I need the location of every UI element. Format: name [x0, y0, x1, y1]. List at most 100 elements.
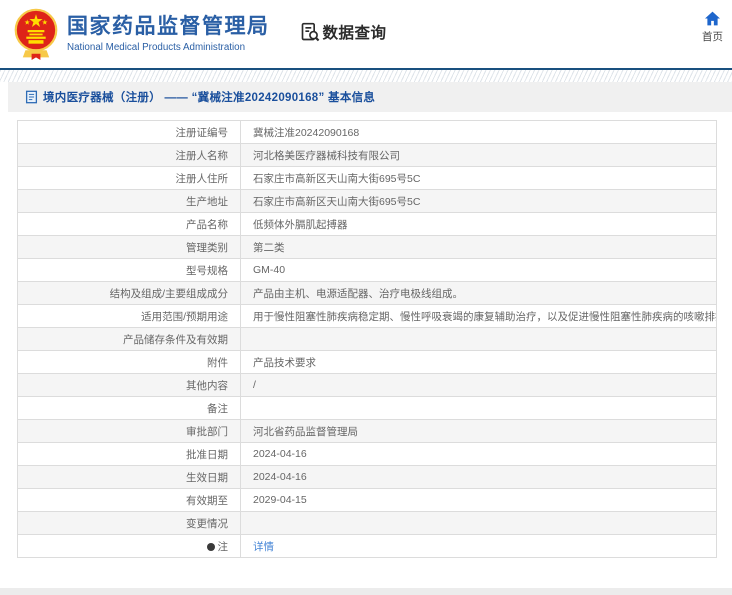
- row-value-text: 石家庄市高新区天山南大街695号5C: [253, 172, 421, 185]
- nav-home[interactable]: 首页: [702, 11, 723, 44]
- data-query-icon: [301, 22, 319, 42]
- row-value-text: 2029-04-15: [253, 494, 307, 506]
- home-label: 首页: [702, 31, 723, 43]
- row-label: 注册人住所: [17, 166, 241, 190]
- row-label: 产品储存条件及有效期: [17, 327, 241, 351]
- row-value-text: 2024-04-16: [253, 448, 307, 460]
- row-label-text: 注册人住所: [175, 172, 229, 185]
- table-row: 注册证编号 冀械注准20242090168: [17, 120, 717, 144]
- row-value: GM-40: [240, 258, 717, 282]
- row-label-text: 变更情况: [186, 517, 228, 530]
- row-value: 河北省药品监督管理局: [240, 419, 717, 443]
- row-label: 备注: [17, 396, 241, 420]
- row-value-text: 产品由主机、电源适配器、治疗电极线组成。: [253, 287, 463, 300]
- row-label: 批准日期: [17, 442, 241, 466]
- table-row: 有效期至 2029-04-15: [17, 488, 717, 512]
- table-row: 注册人名称 河北格美医疗器械科技有限公司: [17, 143, 717, 167]
- site-header: 国家药品监督管理局 National Medical Products Admi…: [0, 0, 732, 70]
- row-value: 石家庄市高新区天山南大街695号5C: [240, 166, 717, 190]
- row-label-text: 附件: [207, 356, 228, 369]
- row-value: 用于慢性阻塞性肺疾病稳定期、慢性呼吸衰竭的康复辅助治疗，以及促进慢性阻塞性肺疾病…: [240, 304, 717, 328]
- page-title: 境内医疗器械（注册） —— “冀械注准20242090168” 基本信息: [43, 92, 376, 104]
- row-value: [240, 511, 717, 535]
- row-label: 型号规格: [17, 258, 241, 282]
- nav-data-query[interactable]: 数据查询: [300, 21, 387, 43]
- row-label: 注: [17, 534, 241, 558]
- decorative-stripe-band: [0, 70, 732, 82]
- title-bar: 境内医疗器械（注册） —— “冀械注准20242090168” 基本信息: [8, 82, 732, 112]
- home-icon: [705, 11, 720, 26]
- row-value-text: 石家庄市高新区天山南大街695号5C: [253, 195, 421, 208]
- row-label-text: 产品储存条件及有效期: [123, 333, 228, 346]
- row-label-text: 其他内容: [186, 379, 228, 392]
- row-value: /: [240, 373, 717, 397]
- document-icon: [25, 90, 38, 104]
- row-value: 2024-04-16: [240, 465, 717, 489]
- table-row: 审批部门 河北省药品监督管理局: [17, 419, 717, 443]
- table-row: 产品名称 低频体外膈肌起搏器: [17, 212, 717, 236]
- row-value: [240, 327, 717, 351]
- row-value: 2024-04-16: [240, 442, 717, 466]
- row-label: 注册人名称: [17, 143, 241, 167]
- table-row: 批准日期 2024-04-16: [17, 442, 717, 466]
- row-value-text: 2024-04-16: [253, 471, 307, 483]
- row-value-text: 河北省药品监督管理局: [253, 425, 358, 438]
- org-names: 国家药品监督管理局 National Medical Products Admi…: [67, 14, 270, 55]
- table-row: 生效日期 2024-04-16: [17, 465, 717, 489]
- info-table-body: 注册证编号 冀械注准20242090168 注册人名称 河北格美医疗器械科技有限公司注…: [17, 120, 717, 558]
- row-label: 注册证编号: [17, 120, 241, 144]
- row-value-text: /: [253, 379, 256, 391]
- row-value: 详情: [240, 534, 717, 558]
- row-label: 生产地址: [17, 189, 241, 213]
- row-label: 适用范围/预期用途: [17, 304, 241, 328]
- row-value-text: 产品技术要求: [253, 356, 316, 369]
- note-icon: [206, 542, 215, 551]
- row-value-text: GM-40: [253, 264, 286, 276]
- row-value: [240, 396, 717, 420]
- row-label: 结构及组成/主要组成成分: [17, 281, 241, 305]
- table-row: 注册人住所 石家庄市高新区天山南大街695号5C: [17, 166, 717, 190]
- table-row: 适用范围/预期用途 用于慢性阻塞性肺疾病稳定期、慢性呼吸衰竭的康复辅助治疗，以及促…: [17, 304, 717, 328]
- row-value: 第二类: [240, 235, 717, 259]
- nmpa-logo[interactable]: 国家药品监督管理局 National Medical Products Admi…: [14, 8, 270, 60]
- info-table: 注册证编号 冀械注准20242090168 注册人名称 河北格美医疗器械科技有限公司注…: [17, 120, 717, 558]
- row-label-text: 产品名称: [186, 218, 228, 231]
- row-value: 低频体外膈肌起搏器: [240, 212, 717, 236]
- row-label-text: 批准日期: [186, 448, 228, 461]
- row-label-text: 结构及组成/主要组成成分: [109, 287, 228, 300]
- footer-strip: [0, 588, 732, 595]
- row-value: 2029-04-15: [240, 488, 717, 512]
- row-value-text: 低频体外膈肌起搏器: [253, 218, 348, 231]
- row-label-text: 注册人名称: [175, 149, 229, 162]
- org-name-zh: 国家药品监督管理局: [67, 14, 270, 38]
- row-label-text: 注: [217, 540, 229, 553]
- row-label-text: 型号规格: [186, 264, 228, 277]
- row-label: 产品名称: [17, 212, 241, 236]
- row-label: 变更情况: [17, 511, 241, 535]
- table-row: 生产地址 石家庄市高新区天山南大街695号5C: [17, 189, 717, 213]
- row-value: 冀械注准20242090168: [240, 120, 717, 144]
- row-value-text: 用于慢性阻塞性肺疾病稳定期、慢性呼吸衰竭的康复辅助治疗，以及促进慢性阻塞性肺疾病…: [253, 310, 717, 323]
- row-label: 有效期至: [17, 488, 241, 512]
- table-row: 产品储存条件及有效期: [17, 327, 717, 351]
- row-label: 附件: [17, 350, 241, 374]
- row-value: 产品技术要求: [240, 350, 717, 374]
- table-row: 注 详情: [17, 534, 717, 558]
- table-row: 管理类别 第二类: [17, 235, 717, 259]
- table-row: 变更情况: [17, 511, 717, 535]
- national-emblem-icon: [14, 8, 58, 60]
- row-value-text: 河北格美医疗器械科技有限公司: [253, 149, 400, 162]
- table-row: 型号规格 GM-40: [17, 258, 717, 282]
- table-wrap: 注册证编号 冀械注准20242090168 注册人名称 河北格美医疗器械科技有限公司注…: [17, 120, 717, 558]
- row-value: 产品由主机、电源适配器、治疗电极线组成。: [240, 281, 717, 305]
- row-label-text: 审批部门: [186, 425, 228, 438]
- row-value-text: 冀械注准20242090168: [253, 126, 360, 139]
- table-row: 备注: [17, 396, 717, 420]
- details-link[interactable]: 详情: [253, 541, 274, 553]
- row-label-text: 注册证编号: [175, 126, 229, 139]
- row-label-text: 生产地址: [186, 195, 228, 208]
- table-row: 结构及组成/主要组成成分 产品由主机、电源适配器、治疗电极线组成。: [17, 281, 717, 305]
- row-value: 河北格美医疗器械科技有限公司: [240, 143, 717, 167]
- row-label: 其他内容: [17, 373, 241, 397]
- row-label-text: 适用范围/预期用途: [141, 310, 228, 323]
